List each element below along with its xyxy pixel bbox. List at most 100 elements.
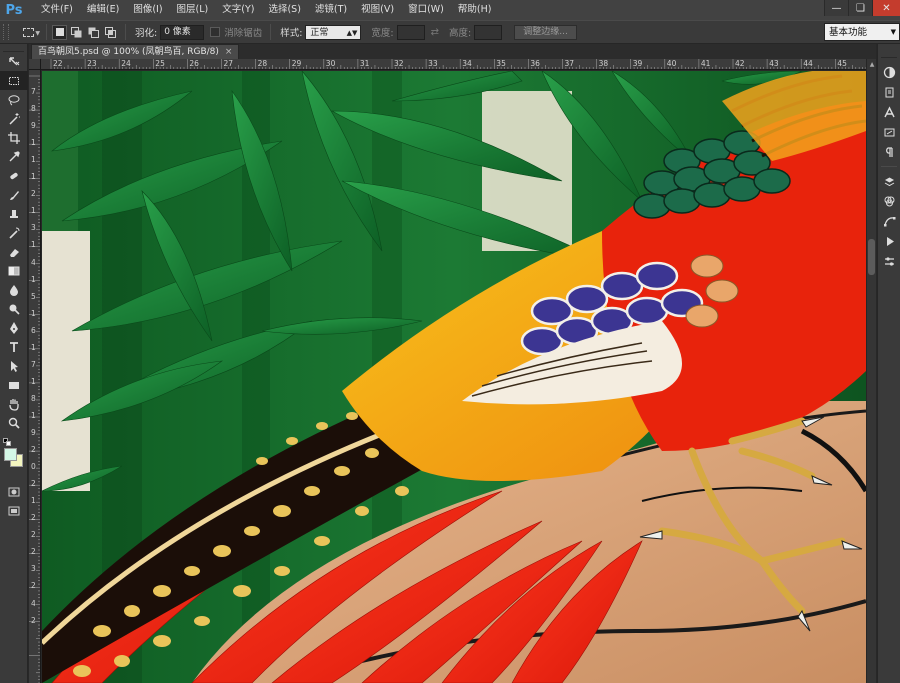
crop-tool[interactable]: [0, 128, 28, 147]
ruler-label: 32: [394, 59, 404, 68]
layers-panel-icon[interactable]: [878, 171, 900, 191]
channels-panel-icon[interactable]: [878, 191, 900, 211]
ruler-label: 23: [87, 59, 97, 68]
menu-items: 文件(F) 编辑(E) 图像(I) 图层(L) 文字(Y) 选择(S) 滤镜(T) 视图(V)…: [34, 0, 498, 20]
crop-icon: [8, 131, 20, 144]
document-canvas[interactable]: [42, 71, 866, 683]
ruler-label: 28: [257, 59, 268, 68]
history-panel-icon[interactable]: [878, 82, 900, 102]
add-selection-button[interactable]: [69, 25, 84, 40]
type-tool[interactable]: [0, 337, 28, 356]
dock-grip[interactable]: [881, 50, 897, 58]
ruler-origin[interactable]: [29, 59, 41, 70]
document-title: 百鸟朝凤5.psd @ 100% (凤朝鸟百, RGB/8): [38, 47, 219, 57]
paths-panel-icon[interactable]: [878, 211, 900, 231]
feather-input[interactable]: 0 像素: [160, 24, 205, 40]
refine-edge-button[interactable]: 调整边缘...: [514, 24, 577, 40]
scroll-thumb[interactable]: [868, 239, 875, 275]
height-input[interactable]: [474, 24, 503, 40]
dodge-tool[interactable]: [0, 299, 28, 318]
vertical-ruler[interactable]: 7 8 9 1 1 1 2 1 3 1 4 1 5 1 6 1 7 1 8 1 9 2 0 2 1 2 2 2 3 2 4 2: [29, 70, 41, 683]
toolbar-grip[interactable]: [3, 44, 24, 52]
menu-item[interactable]: 视图(V): [354, 0, 401, 20]
properties-panel-icon[interactable]: [878, 251, 900, 271]
document-tab[interactable]: 百鸟朝凤5.psd @ 100% (凤朝鸟百, RGB/8) ×: [31, 44, 240, 59]
ruler-label: 2: [31, 581, 36, 591]
new-selection-button[interactable]: [52, 24, 67, 40]
healing-brush-tool[interactable]: [0, 166, 28, 185]
hand-tool[interactable]: [0, 394, 28, 413]
actions-panel-icon[interactable]: [878, 231, 900, 251]
intersect-selection-button[interactable]: [103, 25, 118, 40]
ruler-label: 9: [31, 428, 36, 437]
antialias-checkbox[interactable]: [210, 27, 221, 37]
gradient-tool[interactable]: [0, 261, 28, 280]
menu-item[interactable]: 窗口(W): [401, 0, 451, 20]
scroll-up-icon[interactable]: ▲: [868, 61, 876, 69]
menu-item[interactable]: 文字(Y): [215, 0, 261, 20]
subtract-selection-button[interactable]: [86, 25, 101, 40]
clone-stamp-icon: [10, 209, 18, 218]
workspace-select[interactable]: 基本功能 ▼: [824, 23, 900, 41]
tool-presets-icon[interactable]: [878, 122, 900, 142]
type-icon: [10, 341, 18, 352]
menu-item[interactable]: 帮助(H): [451, 0, 499, 20]
rectangle-tool[interactable]: [0, 375, 28, 394]
paragraph-panel-icon[interactable]: [878, 142, 900, 162]
ruler-label: 4: [31, 598, 36, 608]
add-selection-icon: [71, 26, 82, 37]
ruler-label: 2: [31, 479, 36, 489]
eyedropper-tool[interactable]: [0, 147, 28, 166]
close-tab-icon[interactable]: ×: [225, 47, 233, 57]
divider: [125, 24, 126, 40]
menu-item[interactable]: 选择(S): [261, 0, 307, 20]
menu-item[interactable]: 滤镜(T): [308, 0, 354, 20]
close-window-button[interactable]: ✕: [872, 0, 900, 16]
style-select[interactable]: 正常 ▲▼: [305, 24, 362, 40]
ruler-label: 22: [53, 59, 63, 68]
color-panel-icon[interactable]: [878, 62, 900, 82]
marquee-tool[interactable]: [0, 71, 28, 90]
ruler-label: 25: [155, 59, 165, 68]
rect-marquee-icon: [22, 27, 34, 37]
history-brush-tool[interactable]: [0, 223, 28, 242]
brush-tool[interactable]: [0, 185, 28, 204]
horizontal-ruler[interactable]: 22 23 24 25 26 27 28 29 30 31 32 33 34 35 36 37 38 39 40 41…: [41, 59, 866, 70]
clone-stamp-tool[interactable]: [0, 204, 28, 223]
ruler-label: 27: [223, 59, 234, 68]
quick-mask-button[interactable]: [0, 482, 28, 501]
ruler-label: 4: [31, 257, 36, 267]
magic-wand-tool[interactable]: [0, 109, 28, 128]
ruler-label: 2: [31, 615, 36, 625]
height-label: 高度:: [449, 28, 472, 39]
width-input[interactable]: [396, 24, 425, 40]
eraser-tool[interactable]: [0, 242, 28, 261]
ruler-label: 1: [31, 172, 36, 182]
foreground-color-swatch[interactable]: [4, 448, 17, 461]
pen-tool[interactable]: [0, 318, 28, 337]
ruler-label: 34: [462, 59, 472, 68]
character-panel-icon[interactable]: [878, 102, 900, 122]
zoom-tool[interactable]: [0, 413, 28, 432]
tool-preset-picker[interactable]: ▼: [15, 23, 41, 41]
swap-icon[interactable]: ⇄: [431, 27, 439, 38]
ruler-label: 36: [530, 59, 540, 68]
menu-item[interactable]: 图像(I): [126, 0, 169, 20]
lasso-tool[interactable]: [0, 90, 28, 109]
vertical-scrollbar[interactable]: ▲: [866, 59, 876, 683]
ruler-label: 40: [666, 59, 677, 68]
ruler-label: 44: [803, 59, 813, 68]
screen-mode-button[interactable]: [0, 501, 28, 520]
minimize-button[interactable]: —: [824, 0, 848, 16]
ruler-label: 1: [31, 274, 36, 284]
path-selection-tool[interactable]: [0, 356, 28, 375]
move-tool[interactable]: [0, 52, 28, 71]
restore-button[interactable]: ❏: [848, 0, 872, 16]
default-colors-icon[interactable]: [3, 438, 11, 446]
blur-tool[interactable]: [0, 280, 28, 299]
options-grip[interactable]: [3, 24, 9, 40]
menu-item[interactable]: 编辑(E): [80, 0, 126, 20]
menu-item[interactable]: 文件(F): [34, 0, 80, 20]
menu-item[interactable]: 图层(L): [170, 0, 216, 20]
ruler-label: 2: [31, 445, 36, 455]
